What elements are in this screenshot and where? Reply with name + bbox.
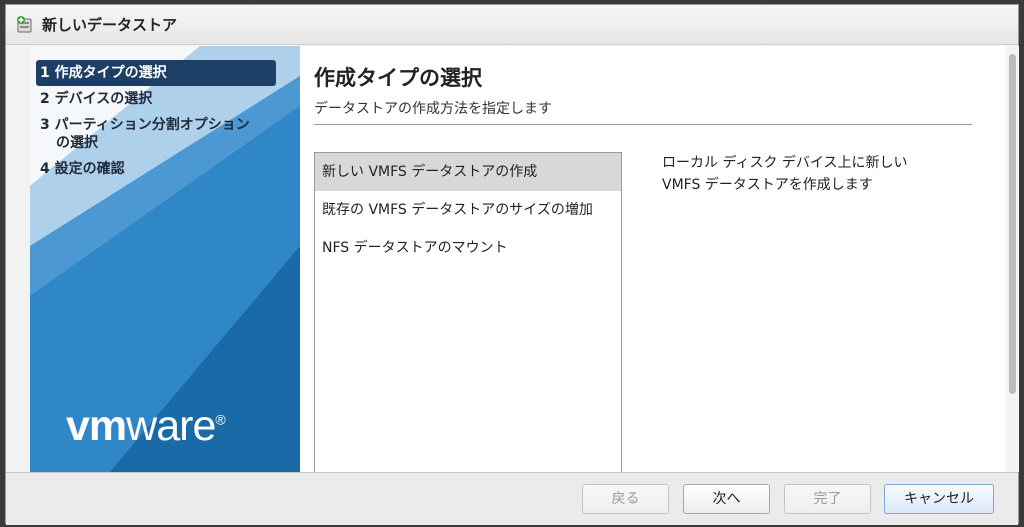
type-description: ローカル ディスク デバイス上に新しい VMFS データストアを作成します bbox=[662, 152, 982, 196]
step-list: 1 作成タイプの選択 2 デバイスの選択 3 パーティション分割オプション の選… bbox=[36, 60, 276, 182]
cancel-button[interactable]: キャンセル bbox=[884, 484, 994, 514]
wizard-sidebar: 1 作成タイプの選択 2 デバイスの選択 3 パーティション分割オプション の選… bbox=[30, 46, 300, 472]
next-button[interactable]: 次へ bbox=[683, 484, 770, 514]
wizard-footer: 戻る 次へ 完了 キャンセル bbox=[6, 472, 1018, 525]
scrollbar-thumb[interactable] bbox=[1009, 54, 1016, 394]
page-title: 作成タイプの選択 bbox=[314, 66, 482, 90]
logo-suffix: ware bbox=[126, 402, 216, 450]
content-scrollbar[interactable] bbox=[1006, 46, 1019, 472]
step-partition-options-line2: の選択 bbox=[56, 135, 98, 151]
step-review-settings[interactable]: 4 設定の確認 bbox=[36, 156, 276, 182]
wizard-content: 作成タイプの選択 データストアの作成方法を指定します 新しい VMFS データス… bbox=[300, 46, 1006, 472]
step-partition-options[interactable]: 3 パーティション分割オプション の選択 bbox=[36, 112, 276, 156]
title-bar: 新しいデータストア bbox=[6, 5, 1018, 45]
dialog-title: 新しいデータストア bbox=[42, 16, 178, 34]
finish-button[interactable]: 完了 bbox=[784, 484, 871, 514]
logo-prefix: vm bbox=[66, 402, 127, 450]
type-new-vmfs[interactable]: 新しい VMFS データストアの作成 bbox=[315, 153, 621, 191]
vmware-logo: vmware® bbox=[66, 402, 226, 451]
step-select-device[interactable]: 2 デバイスの選択 bbox=[36, 86, 276, 112]
step-select-creation-type[interactable]: 1 作成タイプの選択 bbox=[36, 60, 276, 86]
back-button[interactable]: 戻る bbox=[582, 484, 669, 514]
step-partition-options-line1: 3 パーティション分割オプション bbox=[40, 117, 250, 133]
divider bbox=[314, 124, 972, 125]
datastore-add-icon bbox=[16, 15, 34, 34]
type-description-line2: VMFS データストアを作成します bbox=[662, 177, 873, 193]
type-mount-nfs[interactable]: NFS データストアのマウント bbox=[315, 229, 621, 267]
new-datastore-dialog: 新しいデータストア 1 作成タイプの選択 2 デバイスの選択 3 パーティション… bbox=[5, 4, 1019, 525]
type-extend-vmfs[interactable]: 既存の VMFS データストアのサイズの増加 bbox=[315, 191, 621, 229]
creation-type-list: 新しい VMFS データストアの作成 既存の VMFS データストアのサイズの増… bbox=[314, 152, 622, 472]
page-subtitle: データストアの作成方法を指定します bbox=[314, 101, 552, 117]
type-description-line1: ローカル ディスク デバイス上に新しい bbox=[662, 155, 908, 171]
logo-trademark: ® bbox=[215, 411, 225, 428]
